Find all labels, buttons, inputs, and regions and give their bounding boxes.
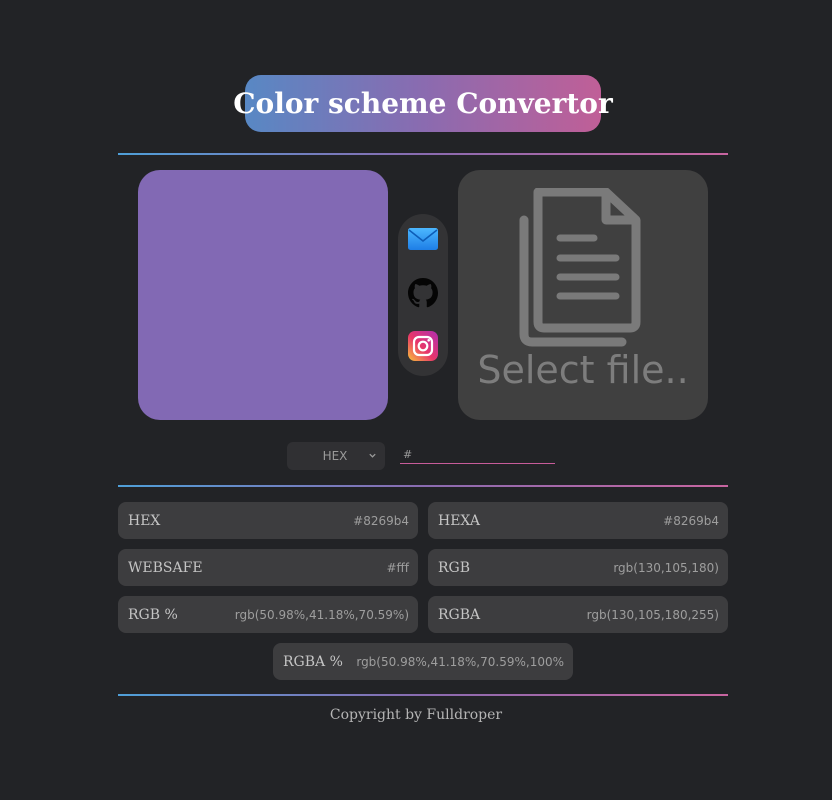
result-card-rgba-percent[interactable]: RGBA % rgb(50.98%,41.18%,70.59%,100%	[273, 643, 573, 680]
divider-middle	[118, 485, 728, 487]
color-value-input[interactable]	[400, 446, 555, 464]
result-value: #8269b4	[663, 513, 719, 528]
format-select-value: HEX	[322, 449, 348, 463]
result-label: HEXA	[438, 512, 481, 529]
result-card-rgba[interactable]: RGBA rgb(130,105,180,255)	[428, 596, 728, 633]
instagram-icon[interactable]	[407, 330, 439, 362]
result-value: #fff	[386, 560, 409, 575]
document-icon	[519, 188, 641, 347]
result-card-hexa[interactable]: HEXA #8269b4	[428, 502, 728, 539]
file-select-label: Select file..	[477, 348, 689, 392]
result-label: RGB %	[128, 606, 178, 623]
divider-top	[118, 153, 728, 155]
result-card-websafe[interactable]: WEBSAFE #fff	[118, 549, 418, 586]
result-value: rgb(130,105,180)	[613, 560, 719, 575]
divider-bottom	[118, 694, 728, 696]
result-label: RGBA	[438, 606, 481, 623]
mail-icon[interactable]	[407, 223, 439, 255]
result-value: #8269b4	[353, 513, 409, 528]
social-links-panel	[398, 214, 448, 376]
result-card-rgb[interactable]: RGB rgb(130,105,180)	[428, 549, 728, 586]
result-value: rgb(50.98%,41.18%,70.59%,100%	[356, 654, 564, 669]
result-value: rgb(130,105,180,255)	[586, 607, 719, 622]
result-label: WEBSAFE	[128, 559, 203, 576]
result-card-hex[interactable]: HEX #8269b4	[118, 502, 418, 539]
result-label: RGBA %	[283, 653, 343, 670]
result-label: HEX	[128, 512, 161, 529]
color-preview-swatch	[138, 170, 388, 420]
file-select-dropzone[interactable]: Select file..	[458, 170, 708, 420]
format-select[interactable]: HEX	[287, 442, 385, 470]
result-card-rgb-percent[interactable]: RGB % rgb(50.98%,41.18%,70.59%)	[118, 596, 418, 633]
github-icon[interactable]	[407, 277, 439, 309]
result-label: RGB	[438, 559, 471, 576]
footer-copyright: Copyright by Fulldroper	[329, 707, 503, 723]
result-value: rgb(50.98%,41.18%,70.59%)	[234, 607, 409, 622]
page-title: Color scheme Convertor	[233, 75, 613, 132]
chevron-down-icon	[369, 453, 376, 458]
